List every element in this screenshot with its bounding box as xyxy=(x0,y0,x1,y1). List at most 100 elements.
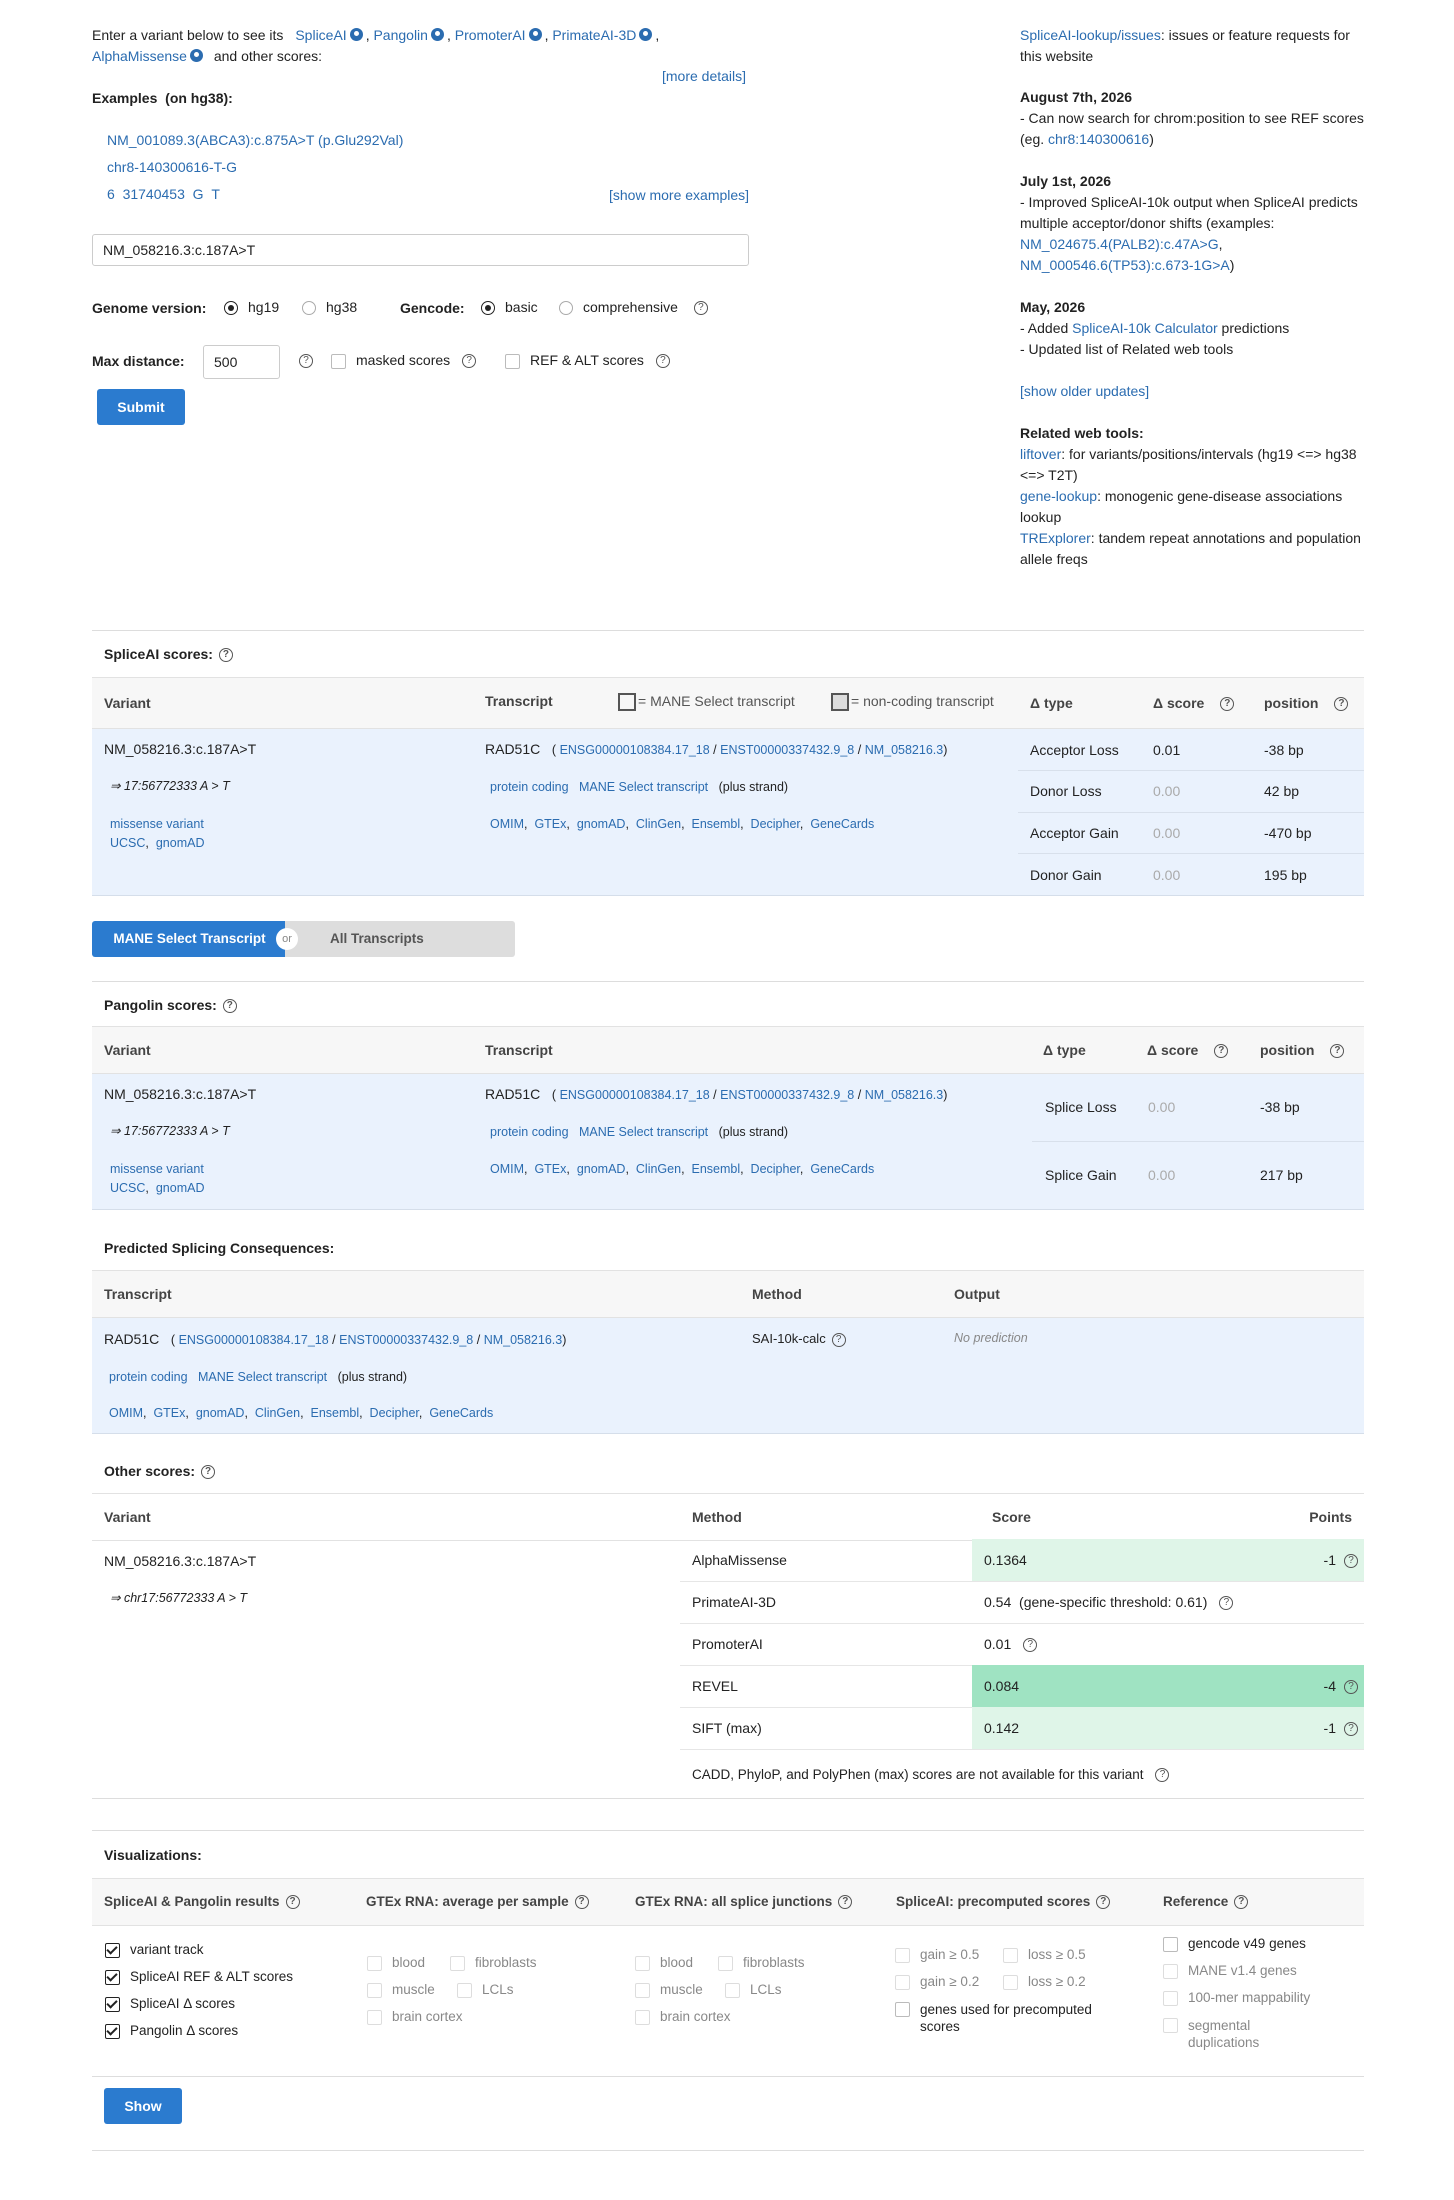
viz-option[interactable]: muscle xyxy=(367,1982,435,1998)
ensg-link[interactable]: ENSG00000108384.17_18 xyxy=(560,1088,710,1102)
help-icon[interactable]: ? xyxy=(1344,1722,1358,1736)
biotype-link[interactable]: protein coding xyxy=(109,1370,188,1384)
checkbox-icon[interactable] xyxy=(1163,2018,1178,2033)
example-link[interactable]: NM_024675.4(PALB2):c.47A>G xyxy=(1020,236,1219,252)
viz-option[interactable]: MANE v1.4 genes xyxy=(1163,1963,1297,1979)
help-icon[interactable]: ? xyxy=(693,301,708,316)
radio-selected-icon[interactable] xyxy=(481,301,495,316)
viz-option[interactable]: loss ≥ 0.2 xyxy=(1003,1974,1086,1990)
example-link-1[interactable]: NM_001089.3(ABCA3):c.875A>T (p.Glu292Val… xyxy=(107,132,403,148)
show-button[interactable]: Show xyxy=(104,2088,182,2124)
clingen-link[interactable]: ClinGen xyxy=(636,817,681,831)
help-icon[interactable]: ? xyxy=(831,1332,846,1347)
checkbox-icon[interactable] xyxy=(450,1955,465,1971)
biotype-link[interactable]: protein coding xyxy=(490,780,569,794)
viz-option[interactable]: fibroblasts xyxy=(450,1955,537,1971)
gnomad-link[interactable]: gnomAD xyxy=(577,1162,626,1176)
checkbox-icon[interactable] xyxy=(1003,1947,1018,1963)
help-icon[interactable]: ? xyxy=(299,354,313,368)
gtex-link[interactable]: GTEx xyxy=(153,1406,185,1420)
viz-option[interactable]: gain ≥ 0.5 xyxy=(895,1947,979,1963)
mane-link[interactable]: MANE Select transcript xyxy=(579,1125,708,1139)
gtex-link[interactable]: GTEx xyxy=(534,817,566,831)
viz-option[interactable]: Pangolin Δ scores xyxy=(105,2023,238,2039)
ucsc-link[interactable]: UCSC xyxy=(110,1181,145,1195)
clingen-link[interactable]: ClinGen xyxy=(255,1406,300,1420)
mane-link[interactable]: MANE Select transcript xyxy=(198,1370,327,1384)
help-icon[interactable]: ? xyxy=(218,648,233,663)
checkbox-icon[interactable] xyxy=(895,1947,910,1963)
github-icon[interactable] xyxy=(189,49,203,62)
enst-link[interactable]: ENST00000337432.9_8 xyxy=(720,1088,854,1102)
decipher-link[interactable]: Decipher xyxy=(370,1406,419,1420)
liftover-link[interactable]: liftover xyxy=(1020,446,1061,462)
help-icon[interactable]: ? xyxy=(1214,1044,1229,1059)
omim-link[interactable]: OMIM xyxy=(490,1162,524,1176)
calculator-link[interactable]: SpliceAI-10k Calculator xyxy=(1072,320,1218,336)
checkbox-icon[interactable] xyxy=(367,1982,382,1998)
help-icon[interactable]: ? xyxy=(1096,1895,1111,1910)
viz-option[interactable]: brain cortex xyxy=(367,2009,463,2025)
viz-option[interactable]: genes used for precomputed scores xyxy=(895,2001,1125,2035)
ucsc-link[interactable]: UCSC xyxy=(110,836,145,850)
nm-link[interactable]: NM_058216.3 xyxy=(865,1088,944,1102)
checkbox-icon[interactable] xyxy=(1003,1974,1018,1990)
max-distance-input[interactable]: 500 xyxy=(203,345,280,379)
viz-option[interactable]: 100-mer mappability xyxy=(1163,1990,1310,2006)
enst-link[interactable]: ENST00000337432.9_8 xyxy=(720,743,854,757)
radio-icon[interactable] xyxy=(559,301,573,316)
example-link[interactable]: chr8:140300616 xyxy=(1048,131,1149,147)
all-transcripts-toggle[interactable]: All Transcripts xyxy=(285,921,515,957)
gnomad-link[interactable]: gnomAD xyxy=(577,817,626,831)
github-icon[interactable] xyxy=(639,28,653,41)
checkbox-icon[interactable] xyxy=(457,1982,472,1998)
help-icon[interactable]: ? xyxy=(1155,1768,1170,1783)
gene-lookup-link[interactable]: gene-lookup xyxy=(1020,488,1097,504)
viz-option[interactable]: LCLs xyxy=(457,1982,514,1998)
omim-link[interactable]: OMIM xyxy=(490,817,524,831)
tool-link-primateai[interactable]: PrimateAI-3D xyxy=(552,27,636,43)
checkbox-icon[interactable] xyxy=(505,353,520,369)
masked-scores-checkbox[interactable]: masked scores? xyxy=(331,352,477,369)
checkbox-icon[interactable] xyxy=(1163,1990,1178,2006)
help-icon[interactable]: ? xyxy=(1220,697,1235,712)
example-link[interactable]: NM_000546.6(TP53):c.673-1G>A xyxy=(1020,257,1230,273)
help-icon[interactable]: ? xyxy=(1344,1554,1358,1568)
help-icon[interactable]: ? xyxy=(1330,1044,1345,1059)
tool-link-spliceai[interactable]: SpliceAI xyxy=(295,27,346,43)
decipher-link[interactable]: Decipher xyxy=(751,817,800,831)
ensembl-link[interactable]: Ensembl xyxy=(691,817,740,831)
help-icon[interactable]: ? xyxy=(574,1895,589,1910)
checkbox-icon[interactable] xyxy=(725,1982,740,1998)
radio-selected-icon[interactable] xyxy=(224,301,238,316)
genecards-link[interactable]: GeneCards xyxy=(810,1162,874,1176)
genecards-link[interactable]: GeneCards xyxy=(810,817,874,831)
ensembl-link[interactable]: Ensembl xyxy=(691,1162,740,1176)
genome-radio-hg19[interactable]: hg19 xyxy=(224,299,279,316)
viz-option[interactable]: gencode v49 genes xyxy=(1163,1936,1306,1952)
help-icon[interactable]: ? xyxy=(1219,1596,1234,1611)
gencode-radio-comprehensive[interactable]: comprehensive? xyxy=(559,299,708,316)
issues-link[interactable]: SpliceAI-lookup/issues xyxy=(1020,27,1161,43)
ensg-link[interactable]: ENSG00000108384.17_18 xyxy=(179,1333,329,1347)
checkbox-checked-icon[interactable] xyxy=(105,1996,120,2012)
viz-option[interactable]: fibroblasts xyxy=(718,1955,805,1971)
help-icon[interactable]: ? xyxy=(462,354,477,369)
viz-option[interactable]: blood xyxy=(367,1955,425,1971)
checkbox-icon[interactable] xyxy=(331,353,346,369)
nm-link[interactable]: NM_058216.3 xyxy=(865,743,944,757)
example-link-3[interactable]: 6 31740453 G T xyxy=(107,186,220,202)
viz-option[interactable]: gain ≥ 0.2 xyxy=(895,1974,979,1990)
viz-option[interactable]: segmental duplications xyxy=(1163,2017,1283,2051)
gnomad-link[interactable]: gnomAD xyxy=(156,836,205,850)
checkbox-icon[interactable] xyxy=(635,1955,650,1971)
radio-icon[interactable] xyxy=(302,301,316,316)
show-more-examples-link[interactable]: [show more examples] xyxy=(609,187,749,203)
help-icon[interactable]: ? xyxy=(1344,1680,1358,1694)
viz-option[interactable]: LCLs xyxy=(725,1982,782,1998)
help-icon[interactable]: ? xyxy=(1334,697,1349,712)
checkbox-icon[interactable] xyxy=(1163,1963,1178,1979)
tool-link-pangolin[interactable]: Pangolin xyxy=(373,27,428,43)
tool-link-promoterai[interactable]: PromoterAI xyxy=(455,27,526,43)
decipher-link[interactable]: Decipher xyxy=(751,1162,800,1176)
